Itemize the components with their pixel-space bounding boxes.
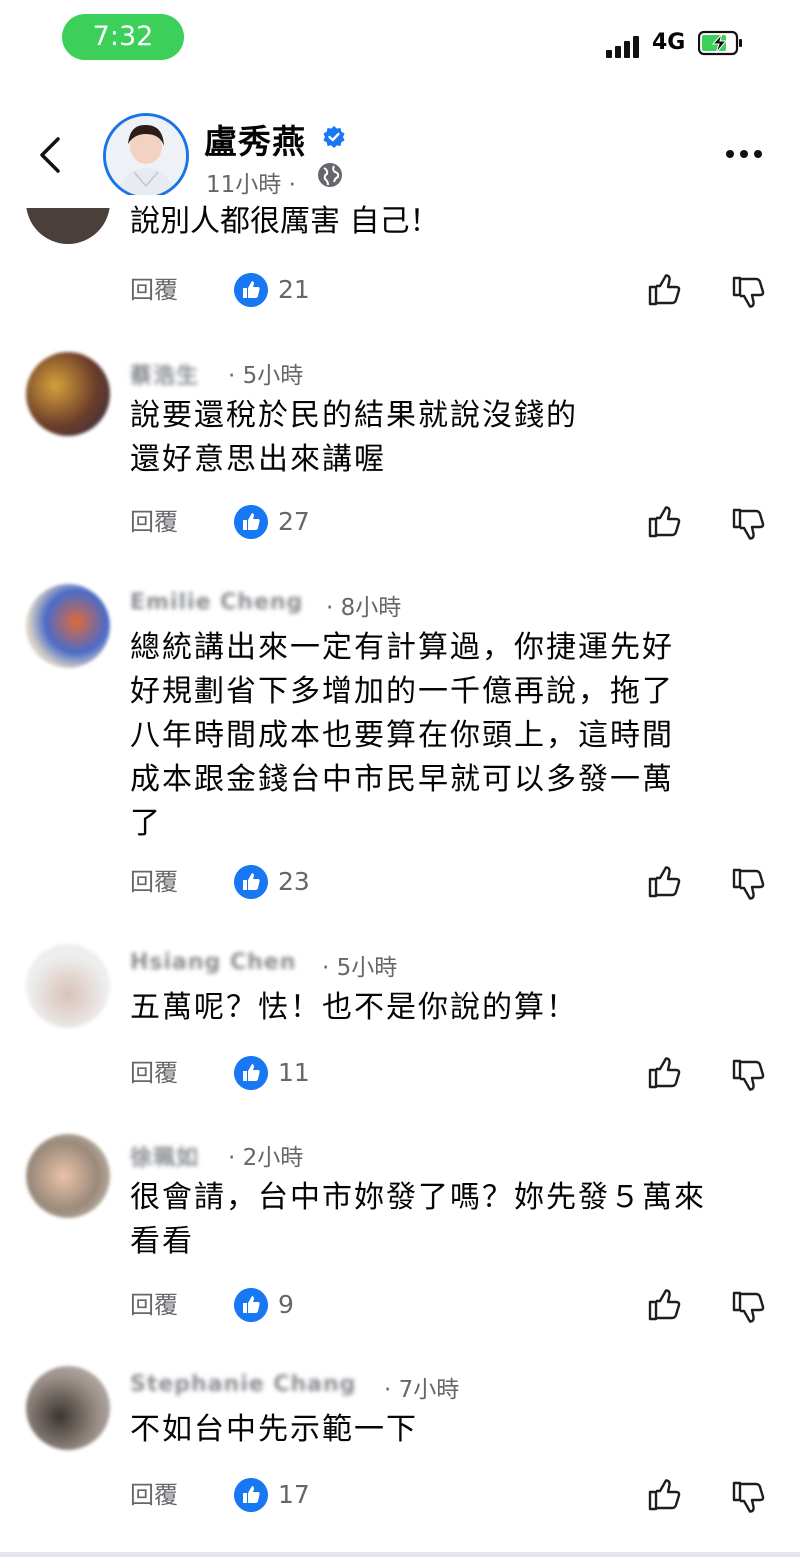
thumb-down-icon[interactable] [730, 506, 766, 542]
commenter-name[interactable]: 蔡浩生 [130, 358, 199, 390]
like-count: 21 [278, 275, 310, 304]
thumb-up-icon[interactable] [646, 864, 682, 900]
like-reaction-icon [234, 1056, 268, 1090]
thumb-up-icon[interactable] [646, 1287, 682, 1323]
commenter-avatar[interactable] [26, 352, 110, 436]
comment-timestamp: · 8小時 [326, 595, 402, 621]
comment-actions: 回覆 9 [0, 1285, 800, 1325]
thumb-down-icon[interactable] [730, 1479, 766, 1515]
comment-line: 還好意思出來講喔 [130, 442, 386, 477]
globe-icon [318, 163, 342, 187]
comment-line: 說要還稅於民的結果就說沒錢的 [130, 398, 578, 433]
verified-badge-icon [323, 126, 345, 148]
commenter-avatar[interactable] [26, 584, 110, 668]
status-time: 7:32 [62, 14, 184, 60]
post-timestamp: 11小時 · [206, 172, 296, 198]
comment-line: 看看 [130, 1224, 194, 1259]
like-reaction-icon [234, 273, 268, 307]
like-reaction-icon [234, 505, 268, 539]
thumb-up-icon[interactable] [646, 272, 682, 308]
like-reaction-icon [234, 1288, 268, 1322]
comment-line: 好規劃省下多增加的一千億再說，拖了 [130, 674, 674, 709]
signal-icon [606, 34, 646, 58]
reply-button[interactable]: 回覆 [130, 270, 178, 310]
comment-line: 總統講出來一定有計算過，你捷運先好 [130, 630, 674, 665]
comment-line: 成本跟金錢台中市民早就可以多發一萬 [130, 762, 674, 797]
commenter-avatar[interactable] [26, 944, 110, 1028]
reply-button[interactable]: 回覆 [130, 502, 178, 542]
thumb-down-icon[interactable] [730, 866, 766, 902]
author-avatar[interactable] [103, 113, 189, 199]
reply-button[interactable]: 回覆 [130, 1053, 178, 1093]
commenter-avatar[interactable] [26, 1366, 110, 1450]
header-divider [0, 195, 800, 205]
comment-line: 不如台中先示範一下 [130, 1412, 418, 1447]
comment-actions: 回覆 27 [0, 502, 800, 542]
comment-timestamp: · 5小時 [228, 363, 304, 389]
like-reaction-icon [234, 865, 268, 899]
thumb-up-icon[interactable] [646, 1055, 682, 1091]
like-reaction-icon [234, 1478, 268, 1512]
like-count: 23 [278, 867, 310, 896]
thumb-down-icon[interactable] [730, 1289, 766, 1325]
commenter-name[interactable]: 徐珮如 [130, 1140, 199, 1172]
network-type: 4G [652, 30, 686, 55]
comment-actions: 回覆 11 [0, 1053, 800, 1093]
reply-button[interactable]: 回覆 [130, 862, 178, 902]
like-count: 17 [278, 1480, 310, 1509]
thumb-up-icon[interactable] [646, 1477, 682, 1513]
bottom-divider [0, 1552, 800, 1557]
more-options-icon[interactable] [726, 143, 768, 162]
comment-line: 很會請，台中市妳發了嗎？妳先發５萬來 [130, 1180, 706, 1215]
back-arrow-icon[interactable] [32, 135, 72, 175]
post-header: 盧秀燕 11小時 · [0, 95, 800, 205]
battery-charging-icon [698, 30, 742, 56]
reply-button[interactable]: 回覆 [130, 1475, 178, 1515]
comment-timestamp: · 2小時 [228, 1145, 304, 1171]
comment-line: 八年時間成本也要算在你頭上，這時間 [130, 718, 674, 753]
reply-button[interactable]: 回覆 [130, 1285, 178, 1325]
comment-actions: 回覆 23 [0, 862, 800, 902]
like-count: 11 [278, 1058, 310, 1087]
thumb-down-icon[interactable] [730, 274, 766, 310]
comment-line: 了 [130, 806, 162, 841]
thumb-down-icon[interactable] [730, 1057, 766, 1093]
status-bar: 7:32 4G [0, 0, 800, 90]
comment-actions: 回覆 17 [0, 1475, 800, 1515]
like-count: 9 [278, 1290, 294, 1319]
comment-timestamp: · 7小時 [384, 1377, 460, 1403]
like-count: 27 [278, 507, 310, 536]
commenter-name[interactable]: Emilie Cheng [130, 590, 303, 615]
comment-timestamp: · 5小時 [322, 955, 398, 981]
thumb-up-icon[interactable] [646, 504, 682, 540]
comment-line: 五萬呢？怯！也不是你說的算！ [130, 990, 578, 1025]
comment-actions: 回覆 21 [0, 270, 800, 310]
commenter-name[interactable]: Hsiang Chen [130, 950, 296, 975]
commenter-name[interactable]: Stephanie Chang [130, 1372, 356, 1397]
author-name[interactable]: 盧秀燕 [204, 115, 306, 163]
commenter-avatar[interactable] [26, 1134, 110, 1218]
